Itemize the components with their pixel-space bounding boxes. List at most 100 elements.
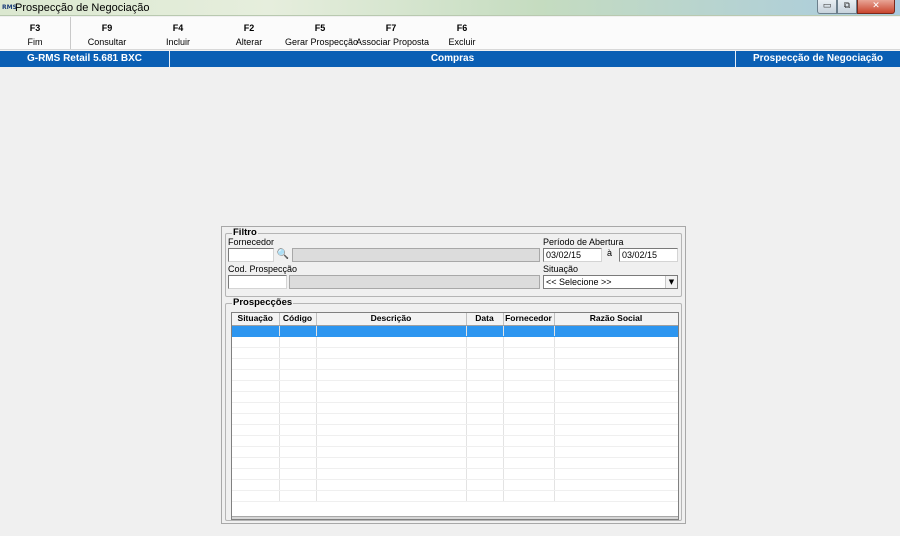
situacao-selected-value: << Selecione >> <box>546 277 612 287</box>
toolbar: F3 Fim F9 Consultar F4 Incluir F2 Altera… <box>0 17 900 50</box>
table-cell <box>503 468 555 480</box>
horizontal-scrollbar[interactable] <box>232 516 678 519</box>
table-row[interactable] <box>232 369 678 381</box>
table-row[interactable] <box>232 479 678 491</box>
column-header-fornecedor[interactable]: Fornecedor <box>503 313 555 326</box>
column-header-situacao[interactable]: Situação <box>232 313 280 326</box>
periodo-end-input[interactable]: 03/02/15 <box>619 248 678 262</box>
button-label: Gerar Prospecção <box>285 37 359 47</box>
table-cell <box>232 369 280 381</box>
table-cell <box>554 435 678 447</box>
table-cell <box>316 479 467 491</box>
column-header-data[interactable]: Data <box>466 313 504 326</box>
periodo-start-input[interactable]: 03/02/15 <box>543 248 602 262</box>
associar-proposta-button[interactable]: F7 Associar Proposta <box>356 17 430 49</box>
table-cell <box>466 435 504 447</box>
table-cell <box>232 391 280 403</box>
table-cell <box>279 479 317 491</box>
table-cell <box>466 413 504 425</box>
table-cell <box>316 435 467 447</box>
table-cell <box>554 369 678 381</box>
table-cell <box>316 336 467 348</box>
table-cell <box>232 358 280 370</box>
table-cell <box>316 424 467 436</box>
table-cell <box>316 347 467 359</box>
alterar-button[interactable]: F2 Alterar <box>214 17 284 49</box>
table-cell <box>232 413 280 425</box>
table-cell <box>554 358 678 370</box>
gerar-prospeccao-button[interactable]: F5 Gerar Prospecção <box>285 17 359 49</box>
minimize-button[interactable]: ▭ <box>817 0 837 14</box>
table-cell <box>554 490 678 502</box>
fornecedor-input[interactable] <box>228 248 274 262</box>
table-cell <box>279 358 317 370</box>
table-cell <box>466 490 504 502</box>
button-label: Alterar <box>235 37 263 47</box>
table-row[interactable] <box>232 446 678 458</box>
app-logo-icon: RMS <box>2 4 17 11</box>
table-cell <box>232 468 280 480</box>
window-controls: ▭ ⧉ ✕ <box>817 0 895 14</box>
column-header-razao-social[interactable]: Razão Social <box>554 313 678 326</box>
button-label: Associar Proposta <box>356 37 430 47</box>
table-cell <box>232 457 280 469</box>
table-cell <box>466 380 504 392</box>
table-cell <box>554 468 678 480</box>
table-cell <box>316 358 467 370</box>
table-cell <box>279 402 317 414</box>
module-name: Compras <box>430 53 475 64</box>
shortcut-key: F2 <box>243 23 255 33</box>
table-row[interactable] <box>232 413 678 425</box>
table-cell <box>554 457 678 469</box>
column-header-codigo[interactable]: Código <box>279 313 317 326</box>
table-cell <box>466 391 504 403</box>
table-cell <box>503 435 555 447</box>
shortcut-key: F5 <box>314 23 326 33</box>
table-cell <box>232 347 280 359</box>
consultar-button[interactable]: F9 Consultar <box>72 17 142 49</box>
column-header-descricao[interactable]: Descrição <box>316 313 467 326</box>
table-row[interactable] <box>232 336 678 348</box>
table-cell <box>554 402 678 414</box>
table-row[interactable] <box>232 325 678 337</box>
table-cell <box>466 479 504 491</box>
table-cell <box>503 380 555 392</box>
title-bar: RMS Prospecção de Negociação ▭ ⧉ ✕ <box>0 0 900 16</box>
table-row[interactable] <box>232 380 678 392</box>
table-row[interactable] <box>232 490 678 502</box>
table-cell <box>503 358 555 370</box>
prospeccoes-table[interactable]: Situação Código Descrição Data Fornecedo… <box>231 312 679 520</box>
table-row[interactable] <box>232 457 678 469</box>
table-cell <box>466 446 504 458</box>
prospeccoes-group: Prospecções Situação Código Descrição Da… <box>225 297 682 521</box>
shortcut-key: F4 <box>172 23 184 33</box>
fornecedor-label: Fornecedor <box>228 237 275 247</box>
table-cell <box>232 424 280 436</box>
table-row[interactable] <box>232 435 678 447</box>
binoculars-icon[interactable]: 🔍 <box>276 248 290 262</box>
table-cell <box>503 457 555 469</box>
table-cell <box>279 391 317 403</box>
table-cell <box>503 490 555 502</box>
table-row[interactable] <box>232 468 678 480</box>
table-row[interactable] <box>232 347 678 359</box>
window-title: Prospecção de Negociação <box>15 2 150 14</box>
table-cell <box>279 457 317 469</box>
close-button[interactable]: ✕ <box>857 0 895 14</box>
excluir-button[interactable]: F6 Excluir <box>427 17 497 49</box>
prospeccoes-legend: Prospecções <box>232 297 294 309</box>
fornecedor-description <box>292 248 540 262</box>
table-cell <box>279 347 317 359</box>
table-cell <box>232 380 280 392</box>
table-cell <box>232 336 280 348</box>
fim-button[interactable]: F3 Fim <box>0 17 71 49</box>
table-cell <box>279 446 317 458</box>
table-row[interactable] <box>232 358 678 370</box>
restore-button[interactable]: ⧉ <box>837 0 857 14</box>
cod-prospeccao-input[interactable] <box>228 275 287 289</box>
incluir-button[interactable]: F4 Incluir <box>143 17 213 49</box>
table-row[interactable] <box>232 391 678 403</box>
table-row[interactable] <box>232 402 678 414</box>
table-row[interactable] <box>232 424 678 436</box>
situacao-select[interactable]: << Selecione >> ▼ <box>543 275 678 289</box>
